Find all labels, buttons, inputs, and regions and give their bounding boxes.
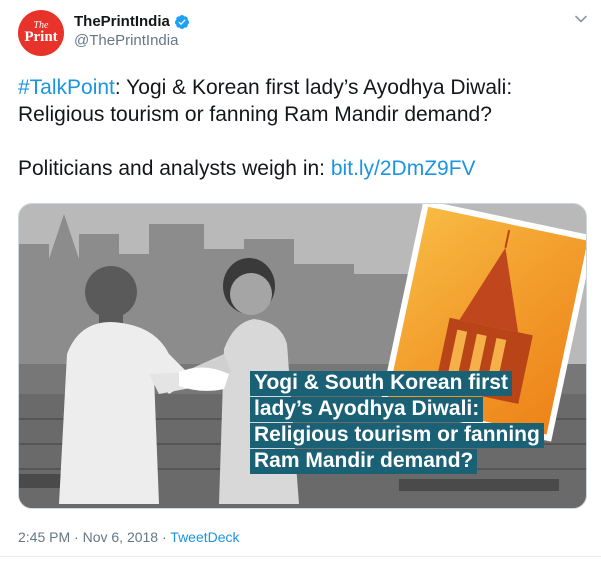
tweet-text: #TalkPoint: Yogi & Korean first lady’s A…: [18, 74, 588, 182]
tweet-image[interactable]: Yogi & South Korean first lady’s Ayodhya…: [18, 203, 587, 509]
verified-badge-icon: [174, 14, 189, 29]
author-display-name-row[interactable]: ThePrintIndia: [74, 13, 190, 30]
image-caption-line-4: Ram Mandir demand?: [250, 449, 478, 474]
tweet-line-3-text: Politicians and analysts weigh in:: [18, 157, 331, 180]
tweet-line-3: Politicians and analysts weigh in: bit.l…: [18, 155, 588, 182]
image-caption-line-1: Yogi & South Korean first: [250, 371, 512, 396]
avatar-text-print: Print: [24, 29, 58, 45]
tweet-spacer: [18, 128, 588, 155]
tweet-client-link[interactable]: TweetDeck: [170, 529, 239, 545]
tweet-line-1: #TalkPoint: Yogi & Korean first lady’s A…: [18, 74, 588, 101]
tweet-line-1-text: : Yogi & Korean first lady’s Ayodhya Diw…: [114, 76, 513, 99]
tweet-time[interactable]: 2:45 PM: [18, 529, 70, 545]
meta-separator: ·: [161, 529, 167, 545]
tweet-line-2: Religious tourism or fanning Ram Mandir …: [18, 103, 492, 126]
tweet-meta: 2:45 PM · Nov 6, 2018 · TweetDeck: [18, 529, 240, 545]
meta-separator: ·: [74, 529, 79, 545]
author-handle[interactable]: @ThePrintIndia: [74, 32, 190, 49]
tweet-date[interactable]: Nov 6, 2018: [83, 529, 159, 545]
short-url-link[interactable]: bit.ly/2DmZ9FV: [331, 157, 476, 180]
divider: [0, 556, 601, 557]
hashtag-link[interactable]: #TalkPoint: [18, 76, 115, 99]
author-names: ThePrintIndia @ThePrintIndia: [74, 13, 190, 49]
avatar[interactable]: The Print: [18, 10, 64, 56]
image-caption: Yogi & South Korean first lady’s Ayodhya…: [250, 371, 544, 475]
image-caption-line-2: lady’s Ayodhya Diwali:: [250, 397, 484, 422]
chevron-down-icon[interactable]: [574, 12, 588, 26]
author-display-name[interactable]: ThePrintIndia: [74, 13, 170, 30]
image-caption-line-3: Religious tourism or fanning: [250, 423, 544, 448]
tweet-header: The Print ThePrintIndia @ThePrintIndia: [18, 10, 588, 58]
